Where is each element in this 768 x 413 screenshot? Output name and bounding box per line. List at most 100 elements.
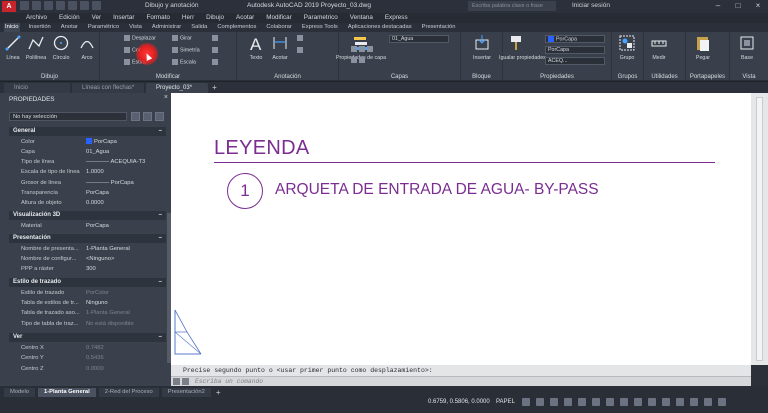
- save-as-icon[interactable]: [56, 1, 65, 10]
- trim-tool[interactable]: [212, 35, 220, 41]
- layer-toolbar-row-2[interactable]: [351, 57, 367, 63]
- snap-icon[interactable]: [536, 398, 544, 406]
- scale-tool[interactable]: Escala: [172, 59, 196, 65]
- fillet-tool[interactable]: [212, 47, 220, 53]
- text-tool[interactable]: A Texto: [245, 34, 267, 61]
- tab-inicio[interactable]: Inicio: [4, 23, 20, 32]
- file-tab-lineas[interactable]: Líneas con flechas*: [72, 83, 144, 93]
- menu-ver[interactable]: Ver: [92, 13, 101, 23]
- group-label-capas[interactable]: Capas: [339, 74, 460, 80]
- prop-row[interactable]: Altura de objeto 0.0000: [9, 199, 166, 208]
- arc-tool[interactable]: Arco: [76, 34, 98, 61]
- prop-row[interactable]: Material PorCapa: [9, 222, 166, 231]
- tab-insercion[interactable]: Insertión: [28, 23, 52, 32]
- polar-icon[interactable]: [564, 398, 572, 406]
- polyline-tool[interactable]: Polilínea: [25, 34, 47, 61]
- selection-dropdown[interactable]: No hay selección: [9, 112, 127, 121]
- group-label-anotacion[interactable]: Anotación: [237, 74, 338, 80]
- paste-tool[interactable]: Pegar: [692, 34, 714, 61]
- workspace-selector[interactable]: Dibujo y anotación: [145, 2, 198, 9]
- menu-ventana[interactable]: Ventana: [350, 13, 373, 23]
- array-tool[interactable]: [212, 59, 220, 65]
- canvas-vertical-scrollbar[interactable]: [751, 93, 768, 365]
- grid-icon[interactable]: [522, 398, 530, 406]
- lineweight-icon[interactable]: [606, 398, 614, 406]
- tab-colaborar[interactable]: Colaborar: [265, 23, 292, 32]
- command-close-icon[interactable]: [173, 378, 180, 385]
- prop-row[interactable]: Centro Z 0.0000: [9, 365, 166, 374]
- autocad-logo-icon[interactable]: A: [2, 1, 16, 12]
- prop-row[interactable]: Estilo de trazado PorColor: [9, 289, 166, 298]
- prop-row[interactable]: Tipo de línea ———— ACEQUIA-T3: [9, 158, 166, 167]
- tab-anotar[interactable]: Anotar: [60, 23, 79, 32]
- new-tab-icon[interactable]: +: [210, 84, 219, 92]
- group-label-propiedades[interactable]: Propiedades: [503, 74, 611, 80]
- menu-archivo[interactable]: Archivo: [26, 13, 47, 23]
- selection-cycling-icon[interactable]: [634, 398, 642, 406]
- scroll-thumb[interactable]: [756, 97, 763, 361]
- tab-vista[interactable]: Vista: [128, 23, 143, 32]
- menu-acotar[interactable]: Acotar: [236, 13, 254, 23]
- prop-row[interactable]: Transparencia PorCapa: [9, 189, 166, 198]
- cursor-coordinates[interactable]: 0.6759, 0.5806, 0.0000: [428, 399, 490, 405]
- tab-express-tools[interactable]: Express Tools: [301, 23, 339, 32]
- hardware-accel-icon[interactable]: [690, 398, 698, 406]
- prop-row[interactable]: Centro Y 0.5436: [9, 354, 166, 363]
- menu-herramientas[interactable]: Herr: [182, 13, 194, 23]
- dimension-tool[interactable]: Acotar: [269, 34, 291, 61]
- tab-complementos[interactable]: Complementos: [216, 23, 257, 32]
- group-label-portapapeles[interactable]: Portapapeles: [686, 74, 729, 80]
- prop-row[interactable]: Tabla de estilos de tr... Ninguno: [9, 299, 166, 308]
- menu-modificar[interactable]: Modificar: [266, 13, 292, 23]
- base-view-tool[interactable]: Base: [736, 34, 758, 61]
- ortho-icon[interactable]: [550, 398, 558, 406]
- menu-formato[interactable]: Formato: [146, 13, 169, 23]
- quick-select-icon[interactable]: [155, 112, 164, 121]
- annotation-scale-icon[interactable]: [648, 398, 656, 406]
- rotate-tool[interactable]: Girar: [172, 35, 192, 41]
- layout-tab-planta-general[interactable]: 1-Planta General: [38, 388, 96, 397]
- prop-row[interactable]: Tabla de trazado aso... 1-Planta General: [9, 309, 166, 318]
- group-label-grupos[interactable]: Grupos: [612, 74, 643, 80]
- new-icon[interactable]: [20, 1, 29, 10]
- measure-tool[interactable]: Medir: [648, 34, 670, 61]
- toggle-pickadd-icon[interactable]: [131, 112, 140, 121]
- open-icon[interactable]: [32, 1, 41, 10]
- palette-close-icon[interactable]: ×: [164, 94, 168, 101]
- line-tool[interactable]: Línea: [2, 34, 24, 61]
- signin-button[interactable]: Iniciar sesión: [572, 2, 610, 9]
- drawing-canvas[interactable]: LEYENDA 1 ARQUETA DE ENTRADA DE AGUA- BY…: [171, 93, 751, 365]
- save-icon[interactable]: [44, 1, 53, 10]
- isolate-icon[interactable]: [676, 398, 684, 406]
- file-tab-proyecto[interactable]: Proyecto_03*: [146, 83, 208, 93]
- section-ver[interactable]: Ver –: [9, 333, 166, 342]
- search-input[interactable]: Escriba palabra clave o frase: [468, 1, 556, 11]
- prop-row[interactable]: Grosor de línea ———— PorCapa: [9, 179, 166, 188]
- menu-express[interactable]: Express: [385, 13, 408, 23]
- tab-salida[interactable]: Salida: [190, 23, 208, 32]
- linetype-dropdown[interactable]: PorCapa: [545, 46, 605, 54]
- mirror-tool[interactable]: Simetría: [172, 47, 200, 53]
- tab-presentacion[interactable]: Presentación: [421, 23, 457, 32]
- match-properties-tool[interactable]: Igualar propiedades: [499, 34, 546, 61]
- redo-icon[interactable]: [92, 1, 101, 10]
- section-presentacion[interactable]: Presentación –: [9, 234, 166, 243]
- group-tool[interactable]: Grupo: [616, 34, 638, 61]
- prop-row[interactable]: PPP a ráster 300: [9, 265, 166, 274]
- otrack-icon[interactable]: [592, 398, 600, 406]
- tab-aplicaciones[interactable]: Aplicaciones destacadas: [347, 23, 413, 32]
- annotation-small-1[interactable]: [297, 35, 305, 41]
- prop-row[interactable]: Tipo de tabla de traz... No está disponib…: [9, 320, 166, 329]
- workspace-icon[interactable]: [662, 398, 670, 406]
- close-icon[interactable]: ×: [748, 0, 768, 12]
- lineweight-dropdown[interactable]: ACEQ...: [545, 57, 605, 65]
- tab-administrar[interactable]: Administrar: [151, 23, 182, 32]
- move-tool[interactable]: Desplazar: [124, 35, 156, 41]
- add-layout-icon[interactable]: +: [216, 388, 221, 397]
- prop-row[interactable]: Centro X 0.7482: [9, 344, 166, 353]
- insert-block-tool[interactable]: Insertar: [471, 34, 493, 61]
- select-objects-icon[interactable]: [143, 112, 152, 121]
- minimize-icon[interactable]: –: [708, 0, 728, 12]
- tab-parametrico[interactable]: Paramétrico: [87, 23, 120, 32]
- prop-row[interactable]: Nombre de presenta... 1-Planta General: [9, 245, 166, 254]
